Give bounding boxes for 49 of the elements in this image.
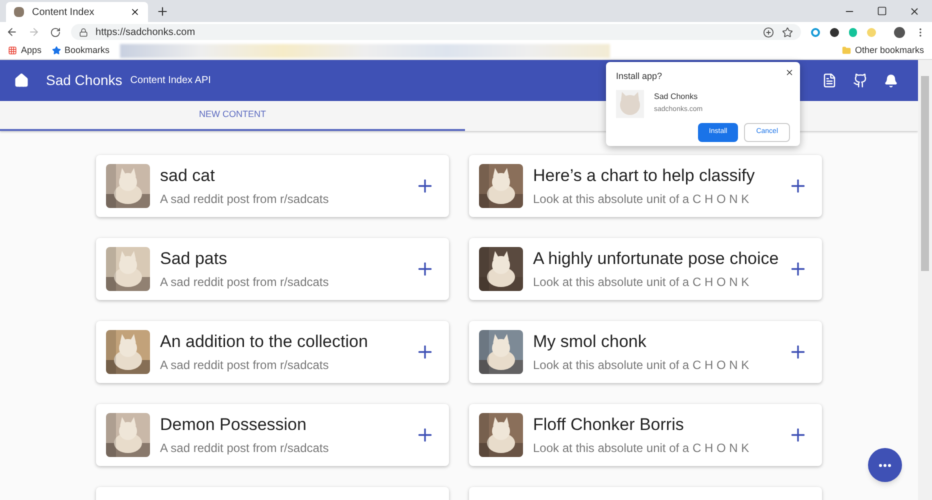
apps-icon [8,46,17,55]
card-subtitle: Look at this absolute unit of a C H O N K [533,274,750,290]
card-title: My smol chonk [533,330,648,352]
github-icon[interactable] [853,73,868,88]
dialog-title: Install app? [616,70,664,83]
home-icon[interactable] [14,73,29,88]
more-icon [879,464,891,466]
card-title: Here’s a chart to help classify [533,164,756,186]
card-subtitle: Look at this absolute unit of a C H O N K [533,440,750,456]
bell-icon[interactable] [884,74,898,88]
app-name: Sad Chonks [654,91,699,104]
close-icon[interactable] [130,7,140,17]
card-subtitle: A sad reddit post from r/sadcats [160,440,330,456]
restore-icon[interactable] [877,6,887,16]
new-tab-icon[interactable] [156,5,169,18]
back-icon[interactable] [6,26,18,38]
browser-tab[interactable]: Content Index [6,2,148,22]
card-title: sad cat [160,164,216,186]
avatar-icon[interactable] [894,26,906,38]
card-subtitle: A sad reddit post from r/sadcats [160,190,330,208]
bookmark-item[interactable]: Bookmarks [52,44,110,58]
reload-icon[interactable] [50,26,61,38]
card-title: Floff Chonker Borris [533,414,685,436]
card-title: Sad pats [160,248,228,270]
card-subtitle: Look at this absolute unit of a C H O N K [533,190,750,208]
card-subtitle: A sad reddit post from r/sadcats [160,356,330,374]
card-title: A highly unfortunate pose choice [533,248,780,270]
card-subtitle: A sad reddit post from r/sadcats [160,274,330,290]
document-icon[interactable] [822,73,837,88]
app-subtitle: Content Index API [130,74,211,88]
folder-icon [842,46,851,55]
app-title: Sad Chonks [46,71,122,90]
scrollbar[interactable] [918,60,932,500]
url-text: https://sadchonks.com [96,26,196,40]
tab-title: Content Index [32,6,96,20]
address-bar[interactable]: https://sadchonks.com [70,24,801,40]
bookmark-star-icon[interactable] [782,26,793,38]
close-icon[interactable] [909,6,920,17]
bookmark-item[interactable]: Apps [8,44,42,58]
card-title: Demon Possession [160,414,308,436]
close-icon[interactable] [785,68,794,77]
favicon-icon [14,7,24,17]
lock-icon [78,28,88,36]
tab[interactable]: NEW CONTENT [0,101,465,131]
bookmark-item[interactable]: Other bookmarks [842,44,924,58]
install-icon[interactable] [762,26,774,38]
card-subtitle: Look at this absolute unit of a C H O N K [533,356,750,374]
star-icon [52,46,61,55]
card-title: An addition to the collection [160,330,369,352]
